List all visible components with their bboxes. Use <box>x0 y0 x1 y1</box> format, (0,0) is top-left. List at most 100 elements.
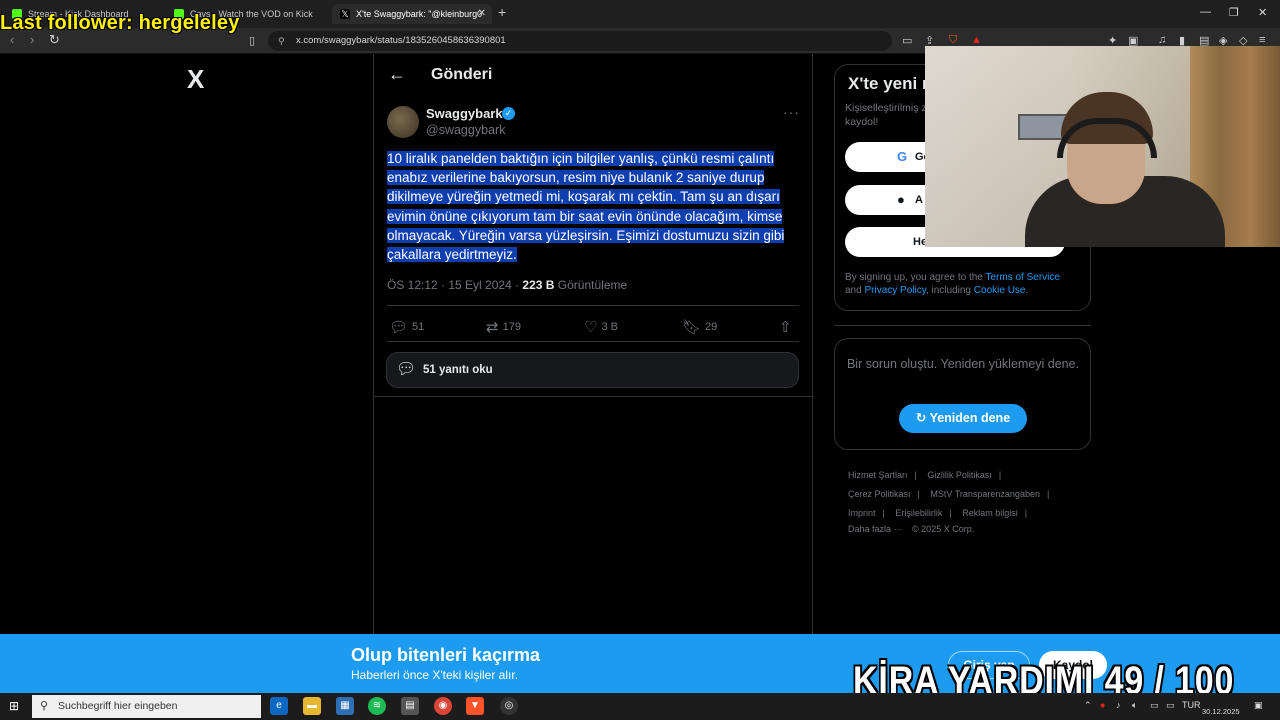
retry-button[interactable]: ↻ Yeniden dene <box>899 404 1027 433</box>
close-tab-icon[interactable]: ✕ <box>478 4 486 24</box>
webcam-overlay <box>925 46 1280 247</box>
signup-subtitle: Kişiselleştirilmiş z kaydol! <box>845 101 927 129</box>
microphone-icon[interactable]: ♪ <box>1116 700 1121 710</box>
terms-including: , including <box>925 285 974 296</box>
terms-end: . <box>1025 285 1029 296</box>
bookmark-icon[interactable]: ▯ <box>249 34 255 47</box>
footer-links: Hizmet Şartları | Gizlilik Politikası | Çe… <box>848 470 1050 534</box>
taskbar-search-placeholder: Suchbegriff hier eingeben <box>58 700 178 712</box>
like-button[interactable]: ♡ 3 B <box>584 318 618 336</box>
network-icon[interactable]: ▭ <box>1150 700 1159 711</box>
author-name[interactable]: Swaggybark <box>426 106 503 121</box>
retry-label: Yeniden dene <box>929 411 1011 425</box>
terms-text: By signing up, you agree to the Terms of… <box>845 271 1085 297</box>
url-text: x.com/swaggybark/status/1835260458636390… <box>296 35 506 46</box>
retweet-icon: ⇄ <box>486 319 499 336</box>
reply-button[interactable]: 💬︎ 51 <box>389 318 424 336</box>
x-logo-icon[interactable]: X <box>187 64 204 95</box>
windows-taskbar: ⊞ ⚲ Suchbegriff hier eingeben e ▬ ▦ ≋ ▤ … <box>0 693 1280 720</box>
calculator-icon[interactable]: ▤ <box>401 697 419 715</box>
share-icon: ⇧ <box>779 319 792 336</box>
heart-icon: ♡ <box>584 319 598 336</box>
copyright: © 2025 X Corp. <box>912 524 975 534</box>
media-icon[interactable]: ♫ <box>1158 34 1166 46</box>
back-arrow-icon[interactable]: ← <box>388 64 406 85</box>
terms-prefix: By signing up, you agree to the <box>845 272 986 283</box>
reply-icon: 💬︎ <box>389 319 409 336</box>
tray-app-icon[interactable]: ● <box>1100 700 1105 710</box>
divider <box>387 305 799 306</box>
footer-link[interactable]: Erişilebilirlik <box>895 508 942 518</box>
cookie-use-link[interactable]: Cookie Use <box>974 285 1026 296</box>
x-favicon-icon: 𝕏 <box>340 9 350 19</box>
brave-rewards-icon[interactable]: ▲ <box>971 34 982 46</box>
store-icon[interactable]: ▦ <box>336 697 354 715</box>
more-link[interactable]: Daha fazla ··· <box>848 524 903 534</box>
views-count: 223 B <box>522 278 555 292</box>
error-card <box>834 338 1091 450</box>
divider <box>834 325 1091 326</box>
retweet-count: 179 <box>502 321 521 333</box>
bookmark-count: 29 <box>705 321 718 333</box>
new-tab-icon[interactable]: + <box>498 4 506 20</box>
battery-icon[interactable]: ▭ <box>1166 700 1175 711</box>
site-info-icon[interactable]: ⚲ <box>278 31 285 51</box>
minimize-icon[interactable]: — <box>1200 6 1211 18</box>
terms-of-service-link[interactable]: Terms of Service <box>985 272 1059 283</box>
tab-label: X'te Swaggybark: "@kleinburg0 <box>356 9 483 19</box>
brave-icon[interactable]: ▼ <box>466 697 484 715</box>
views-label: Görüntüleme <box>557 278 628 292</box>
tweet-text: 10 liralık panelden baktığın için bilgil… <box>387 149 803 264</box>
reply-count: 51 <box>412 321 425 333</box>
banner-subtitle: Haberleri önce X'teki kişiler alır. <box>351 668 519 682</box>
notifications-icon[interactable]: ▣ <box>1254 700 1263 711</box>
obs-icon[interactable]: ◎ <box>500 697 518 715</box>
language-indicator[interactable]: TUR <box>1182 700 1201 710</box>
tab-x-post[interactable]: 𝕏 X'te Swaggybark: "@kleinburg0 ✕ <box>332 4 492 24</box>
spotify-icon[interactable]: ≋ <box>368 697 386 715</box>
footer-link[interactable]: Gizlilik Politikası <box>927 470 992 480</box>
close-window-icon[interactable]: ✕ <box>1258 6 1267 19</box>
footer-link[interactable]: Hizmet Şartları <box>848 470 908 480</box>
chrome-icon[interactable]: ◉ <box>434 697 452 715</box>
footer-link[interactable]: Reklam bilgisi <box>962 508 1018 518</box>
read-replies-button[interactable]: 💬︎ 51 yanıtı oku <box>386 352 799 388</box>
cast-icon[interactable]: ▭ <box>902 34 912 47</box>
apple-icon: ● <box>897 192 905 207</box>
restore-icon[interactable]: ❐ <box>1229 6 1239 19</box>
divider <box>374 396 812 397</box>
signup-title: X'te yeni m <box>848 74 938 93</box>
clock-date[interactable]: 30.12.2025 <box>1202 707 1240 716</box>
bookmark-button[interactable]: 🔖︎ 29 <box>682 318 717 336</box>
file-explorer-icon[interactable]: ▬ <box>303 697 321 715</box>
refresh-icon: ↻ <box>915 411 930 425</box>
verified-badge-icon: ✓ <box>502 107 515 120</box>
terms-and: and <box>845 285 865 296</box>
bookmark-icon: 🔖︎ <box>682 319 702 336</box>
footer-link[interactable]: Imprint <box>848 508 876 518</box>
search-icon: ⚲ <box>40 700 49 712</box>
edge-icon[interactable]: e <box>270 697 288 715</box>
taskbar-search[interactable]: ⚲ Suchbegriff hier eingeben <box>32 695 261 718</box>
more-options-icon[interactable]: ··· <box>783 104 800 120</box>
tweet-text-selection: 10 liralık panelden baktığın için bilgil… <box>387 151 785 263</box>
banner-title: Olup bitenleri kaçırma <box>351 645 541 665</box>
footer-link[interactable]: Çerez Politikası <box>848 489 911 499</box>
tweet-meta: ÖS 12:12 · 15 Eyl 2024 · 223 B Görüntüle… <box>387 278 627 292</box>
signup-subtitle-line: kaydol! <box>845 116 879 128</box>
tweet-timestamp[interactable]: ÖS 12:12 · 15 Eyl 2024 · <box>387 278 522 292</box>
speech-bubble-icon: 💬︎ <box>396 361 417 378</box>
google-icon: G <box>897 149 908 164</box>
speaker-icon[interactable]: 🔈︎ <box>1132 700 1137 711</box>
share-button[interactable]: ⇧ <box>779 318 796 336</box>
author-handle[interactable]: @swaggybark <box>426 123 505 137</box>
tray-overflow-icon[interactable]: ⌃ <box>1084 700 1092 711</box>
avatar[interactable] <box>387 106 419 138</box>
menu-icon[interactable]: ≡ <box>1259 34 1265 46</box>
footer-link[interactable]: MStV Transparenzangaben <box>930 489 1040 499</box>
privacy-policy-link[interactable]: Privacy Policy <box>864 285 926 296</box>
address-bar[interactable]: ⚲ x.com/swaggybark/status/18352604586363… <box>268 31 892 51</box>
windows-start-icon[interactable]: ⊞ <box>9 699 19 713</box>
last-follower-overlay: Last follower: hergeleley <box>0 12 240 34</box>
retweet-button[interactable]: ⇄ 179 <box>486 318 521 336</box>
